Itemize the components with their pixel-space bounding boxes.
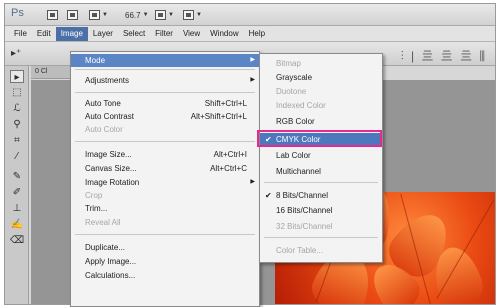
healing-brush-tool-icon[interactable]: ✎ xyxy=(10,170,24,183)
menu-bar: File Edit Image Layer Select Filter View… xyxy=(5,26,495,42)
zoom-level: 66.7 xyxy=(125,10,141,20)
zoom-level-dropdown[interactable]: 66.7 ▼ xyxy=(125,9,149,21)
mode-item-grayscale[interactable]: Grayscale xyxy=(260,71,382,84)
menu-item-auto-contrast[interactable]: Auto Contrast Alt+Shift+Ctrl+L xyxy=(71,110,259,123)
document-tab-label: 0 Cl xyxy=(35,68,48,75)
clone-stamp-tool-icon[interactable]: ⊥ xyxy=(10,202,24,215)
crop-tool-icon[interactable]: ⌗ xyxy=(10,134,24,147)
menu-edit[interactable]: Edit xyxy=(32,27,56,41)
menu-file[interactable]: File xyxy=(9,27,32,41)
menu-item-apply-image[interactable]: Apply Image... xyxy=(71,255,259,268)
menu-item-auto-color: Auto Color xyxy=(85,125,123,134)
mode-item-cmyk-color[interactable]: ✔ CMYK Color xyxy=(260,133,382,146)
mode-item-multichannel[interactable]: Multichannel xyxy=(260,165,382,178)
tools-panel: ▸ ⬚ ℒ ⚲ ⌗ ⁄ ✎ ✐ ⊥ ✍ ⌫ xyxy=(5,66,29,304)
menu-item-mode[interactable]: Mode ▶ xyxy=(71,54,259,67)
menu-item-image-rotation[interactable]: Image Rotation ▶ xyxy=(71,176,259,189)
menu-filter[interactable]: Filter xyxy=(150,27,178,41)
mode-item-bitmap: Bitmap xyxy=(276,59,301,68)
screen-mode-icon[interactable]: ▼ xyxy=(183,9,202,21)
mode-item-duotone: Duotone xyxy=(276,87,307,96)
quick-selection-tool-icon[interactable]: ⚲ xyxy=(10,118,24,131)
menu-item-image-size[interactable]: Image Size... Alt+Ctrl+I xyxy=(71,148,259,161)
image-menu: Mode ▶ Adjustments ▶ Auto Tone Shift+Ctr… xyxy=(70,51,260,307)
menu-item-reveal-all: Reveal All xyxy=(85,218,121,227)
menu-view[interactable]: View xyxy=(178,27,205,41)
menu-window[interactable]: Window xyxy=(205,27,243,41)
move-tool-icon[interactable]: ▸ xyxy=(10,70,24,83)
menu-help[interactable]: Help xyxy=(244,27,270,41)
menu-image[interactable]: Image xyxy=(55,26,88,41)
marquee-tool-icon[interactable]: ⬚ xyxy=(10,86,24,99)
bridge-icon[interactable] xyxy=(47,9,58,21)
menu-item-auto-tone[interactable]: Auto Tone Shift+Ctrl+L xyxy=(71,97,259,110)
mode-item-16-bits[interactable]: 16 Bits/Channel xyxy=(260,204,382,217)
brush-tool-icon[interactable]: ✐ xyxy=(10,186,24,199)
eyedropper-tool-icon[interactable]: ⁄ xyxy=(10,150,24,163)
menu-item-trim[interactable]: Trim... xyxy=(71,202,259,215)
menu-item-adjustments[interactable]: Adjustments ▶ xyxy=(71,74,259,87)
mode-item-rgb-color[interactable]: RGB Color xyxy=(260,115,382,128)
history-brush-tool-icon[interactable]: ✍ xyxy=(10,218,24,231)
checkmark-icon: ✔ xyxy=(265,191,272,200)
mode-item-indexed-color: Indexed Color xyxy=(276,101,326,110)
menu-item-crop: Crop xyxy=(85,191,103,200)
arrange-documents-icon[interactable]: ▼ xyxy=(155,9,174,21)
checkmark-icon: ✔ xyxy=(265,135,272,144)
menu-item-calculations[interactable]: Calculations... xyxy=(71,269,259,282)
mode-submenu: Bitmap Grayscale Duotone Indexed Color R… xyxy=(259,53,383,263)
submenu-arrow-icon: ▶ xyxy=(250,57,255,63)
menu-item-duplicate[interactable]: Duplicate... xyxy=(71,241,259,254)
menu-item-canvas-size[interactable]: Canvas Size... Alt+Ctrl+C xyxy=(71,162,259,175)
mode-item-lab-color[interactable]: Lab Color xyxy=(260,149,382,162)
submenu-arrow-icon: ▶ xyxy=(250,77,255,83)
application-bar: Ps ▼ 66.7 ▼ ▼ ▼ xyxy=(5,4,495,26)
mini-bridge-icon[interactable] xyxy=(67,9,78,21)
submenu-arrow-icon: ▶ xyxy=(250,179,255,185)
menu-layer[interactable]: Layer xyxy=(88,27,118,41)
lasso-tool-icon[interactable]: ℒ xyxy=(10,102,24,115)
photoshop-logo: Ps xyxy=(11,7,24,19)
move-tool-preset-icon[interactable]: ▸⁺ xyxy=(11,48,21,59)
menu-select[interactable]: Select xyxy=(118,27,150,41)
mode-item-8-bits[interactable]: ✔ 8 Bits/Channel xyxy=(260,189,382,202)
align-distribute-icons[interactable]: ⫶ | 亖 亖 亖 ⫼ xyxy=(401,47,487,64)
mode-item-32-bits: 32 Bits/Channel xyxy=(276,222,333,231)
eraser-tool-icon[interactable]: ⌫ xyxy=(10,234,24,247)
mode-item-color-table: Color Table... xyxy=(276,246,323,255)
view-extras-icon[interactable]: ▼ xyxy=(89,9,108,21)
